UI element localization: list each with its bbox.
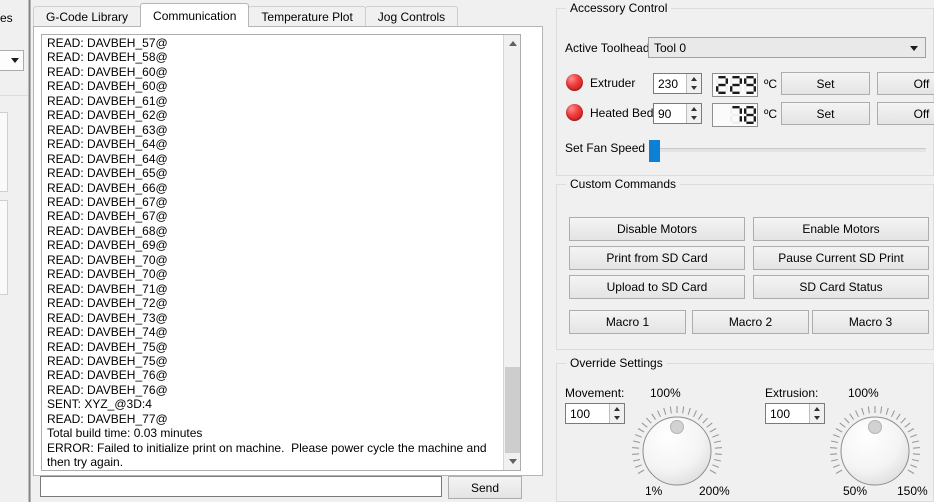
heated-bed-seven-segment bbox=[730, 106, 756, 124]
fan-speed-label: Set Fan Speed bbox=[565, 141, 646, 155]
custom-commands-title: Custom Commands bbox=[566, 177, 681, 191]
tab-communication[interactable]: Communication bbox=[140, 3, 250, 27]
chevron-down-icon bbox=[910, 46, 918, 51]
scroll-up-chevron-icon bbox=[508, 41, 517, 46]
movement-override-value: 100 bbox=[570, 406, 591, 421]
clipped-panel-box-2 bbox=[0, 200, 8, 295]
stepper-up-icon[interactable] bbox=[687, 74, 701, 84]
extrusion-override-stepper[interactable] bbox=[809, 404, 824, 423]
extruder-off-button[interactable]: Off bbox=[877, 72, 934, 95]
heated-bed-temp-readout bbox=[712, 103, 758, 127]
stepper-down-icon[interactable] bbox=[687, 84, 701, 94]
scrollbar-thumb[interactable] bbox=[505, 367, 520, 453]
extruder-status-led bbox=[566, 74, 583, 91]
extrusion-max-pct: 150% bbox=[897, 484, 928, 498]
extruder-temp-stepper[interactable] bbox=[686, 74, 701, 93]
movement-override-stepper[interactable] bbox=[609, 404, 624, 423]
extrusion-label: Extrusion: bbox=[765, 386, 819, 400]
extrusion-override-input[interactable]: 100 bbox=[765, 403, 825, 424]
stepper-up-icon[interactable] bbox=[610, 404, 624, 414]
extruder-temp-readout bbox=[712, 73, 758, 97]
macro-2-button[interactable]: Macro 2 bbox=[692, 310, 809, 334]
heated-bed-label: Heated Bed bbox=[590, 106, 654, 120]
heated-bed-status-led bbox=[566, 104, 583, 121]
stepper-down-icon[interactable] bbox=[810, 414, 824, 424]
extruder-label: Extruder bbox=[590, 76, 636, 90]
extrusion-current-pct: 100% bbox=[848, 386, 879, 400]
extrusion-min-pct: 50% bbox=[843, 484, 868, 498]
clipped-dropdown[interactable] bbox=[0, 50, 24, 71]
custom-commands-group: Custom Commands Disable Motors Enable Mo… bbox=[556, 177, 934, 350]
tab-temperature-plot[interactable]: Temperature Plot bbox=[248, 6, 366, 27]
movement-current-pct: 100% bbox=[650, 386, 681, 400]
macro-3-button[interactable]: Macro 3 bbox=[812, 310, 929, 334]
enable-motors-button[interactable]: Enable Motors bbox=[753, 217, 929, 241]
active-toolhead-value: Tool 0 bbox=[654, 40, 687, 55]
command-input[interactable] bbox=[40, 476, 442, 497]
stepper-up-icon[interactable] bbox=[687, 104, 701, 114]
active-toolhead-select[interactable]: Tool 0 bbox=[648, 37, 926, 58]
fan-speed-slider[interactable] bbox=[649, 140, 926, 162]
extruder-temp-value: 230 bbox=[658, 76, 679, 91]
movement-override-knob[interactable] bbox=[625, 406, 729, 496]
window-splitter[interactable] bbox=[28, 0, 32, 502]
extrusion-override-knob[interactable] bbox=[823, 406, 927, 496]
override-settings-group: Override Settings Movement: 100% 100 1% … bbox=[556, 356, 934, 502]
macro-1-button[interactable]: Macro 1 bbox=[569, 310, 686, 334]
communication-panel: READ: DAVBEH_57@ READ: DAVBEH_58@ READ: … bbox=[33, 26, 543, 476]
heated-bed-temp-input[interactable]: 90 bbox=[653, 103, 702, 124]
clipped-panel-box-1 bbox=[0, 112, 8, 192]
send-button[interactable]: Send bbox=[448, 476, 522, 499]
right-control-column: Accessory Control Active Toolhead Tool 0… bbox=[548, 0, 934, 502]
heated-bed-set-button[interactable]: Set bbox=[781, 102, 870, 125]
stepper-down-icon[interactable] bbox=[687, 114, 701, 124]
pause-current-sd-print-button[interactable]: Pause Current SD Print bbox=[753, 246, 929, 270]
chevron-down-icon bbox=[11, 58, 19, 63]
upload-to-sd-card-button[interactable]: Upload to SD Card bbox=[569, 275, 745, 299]
heated-bed-temp-value: 90 bbox=[658, 106, 672, 121]
clipped-left-panel: es bbox=[0, 0, 28, 502]
movement-override-input[interactable]: 100 bbox=[565, 403, 625, 424]
active-toolhead-label: Active Toolhead bbox=[565, 41, 650, 55]
stepper-down-icon[interactable] bbox=[610, 414, 624, 424]
accessory-control-group: Accessory Control Active Toolhead Tool 0… bbox=[556, 1, 934, 176]
print-from-sd-card-button[interactable]: Print from SD Card bbox=[569, 246, 745, 270]
printer-control-window: es G-Code Library Communication Temperatur… bbox=[0, 0, 934, 502]
heated-bed-unit: ºC bbox=[764, 107, 778, 121]
send-command-row: Send bbox=[40, 476, 540, 499]
extruder-set-button[interactable]: Set bbox=[781, 72, 870, 95]
movement-min-pct: 1% bbox=[645, 484, 663, 498]
clipped-divider bbox=[0, 95, 28, 96]
override-settings-title: Override Settings bbox=[566, 356, 667, 370]
tab-g-code-library[interactable]: G-Code Library bbox=[33, 6, 142, 27]
tab-bar: G-Code Library Communication Temperature P… bbox=[33, 0, 543, 27]
sd-card-status-button[interactable]: SD Card Status bbox=[753, 275, 929, 299]
disable-motors-button[interactable]: Disable Motors bbox=[569, 217, 745, 241]
console-log-text: READ: DAVBEH_57@ READ: DAVBEH_58@ READ: … bbox=[47, 36, 487, 470]
heated-bed-temp-stepper[interactable] bbox=[686, 104, 701, 123]
accessory-control-title: Accessory Control bbox=[566, 1, 672, 15]
console-scrollbar[interactable] bbox=[503, 35, 520, 470]
extruder-unit: ºC bbox=[764, 77, 778, 91]
extrusion-knob-graphic bbox=[830, 406, 920, 486]
stepper-up-icon[interactable] bbox=[810, 404, 824, 414]
scroll-up-button[interactable] bbox=[504, 35, 520, 52]
fan-speed-slider-thumb[interactable] bbox=[649, 140, 660, 162]
scroll-down-button[interactable] bbox=[504, 453, 520, 470]
movement-max-pct: 200% bbox=[699, 484, 730, 498]
clipped-label: es bbox=[0, 11, 13, 25]
extrusion-override-value: 100 bbox=[770, 406, 791, 421]
console-log[interactable]: READ: DAVBEH_57@ READ: DAVBEH_58@ READ: … bbox=[41, 34, 521, 471]
extruder-seven-segment bbox=[716, 76, 756, 94]
movement-knob-graphic bbox=[632, 406, 722, 486]
scroll-down-chevron-icon bbox=[508, 459, 517, 464]
extruder-temp-input[interactable]: 230 bbox=[653, 73, 702, 94]
tab-jog-controls[interactable]: Jog Controls bbox=[364, 6, 459, 27]
movement-label: Movement: bbox=[565, 386, 625, 400]
heated-bed-off-button[interactable]: Off bbox=[877, 102, 934, 125]
